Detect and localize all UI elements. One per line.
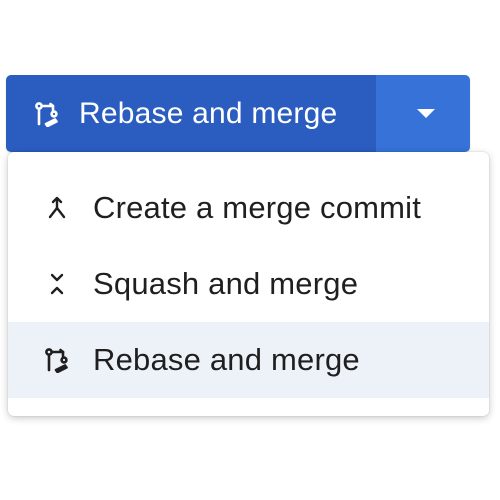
- squash-icon: [44, 271, 70, 297]
- rebase-and-merge-label: Rebase and merge: [79, 96, 338, 130]
- menu-item-label: Rebase and merge: [93, 342, 360, 377]
- caret-down-icon: [417, 109, 435, 118]
- menu-item-label: Squash and merge: [93, 266, 359, 301]
- merge-options-toggle[interactable]: [376, 75, 470, 152]
- menu-item-create-merge-commit[interactable]: Create a merge commit: [8, 170, 489, 246]
- merge-options-menu: Create a merge commit Squash and merge R…: [8, 152, 489, 416]
- rebase-icon: [33, 100, 61, 128]
- menu-item-rebase-and-merge[interactable]: Rebase and merge: [8, 322, 489, 398]
- menu-item-label: Create a merge commit: [93, 190, 422, 225]
- rebase-and-merge-button[interactable]: Rebase and merge: [6, 75, 376, 152]
- rebase-icon: [44, 347, 70, 373]
- merge-split-button: Rebase and merge: [6, 75, 470, 152]
- merge-commit-icon: [44, 195, 70, 221]
- menu-item-squash-and-merge[interactable]: Squash and merge: [8, 246, 489, 322]
- merge-method-picker: Rebase and merge Create a merge commit S…: [0, 0, 500, 500]
